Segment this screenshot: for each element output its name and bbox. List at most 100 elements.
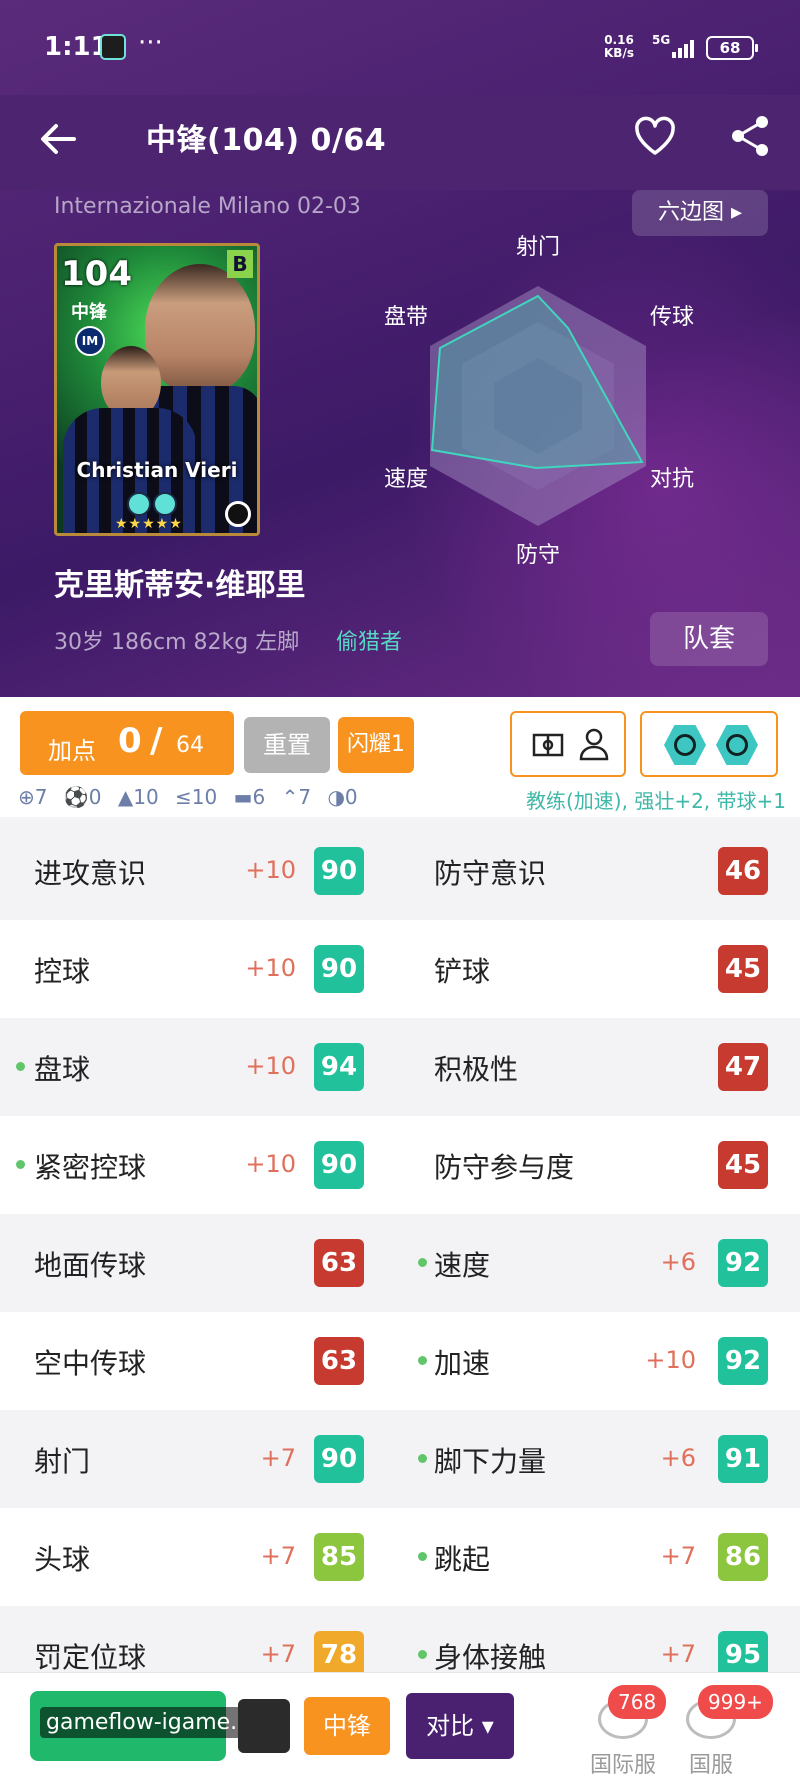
- stat-label: 速度: [434, 1249, 491, 1282]
- stat-cell[interactable]: 防守意识 46: [400, 822, 800, 920]
- card-grade-badge: B: [227, 250, 253, 278]
- stat-bonus: +7: [260, 1444, 296, 1472]
- skill-icon: [153, 492, 177, 516]
- stat-bonus: +6: [660, 1248, 696, 1276]
- stat-cell[interactable]: 积极性 47: [400, 1018, 800, 1116]
- skills-selector[interactable]: [640, 711, 778, 777]
- stat-value: 63: [314, 1239, 364, 1287]
- more-notifications-icon: ···: [138, 28, 163, 58]
- stat-label: 进攻意识: [34, 857, 147, 890]
- stat-label: 地面传球: [34, 1249, 147, 1282]
- reset-button[interactable]: 重置: [244, 717, 330, 773]
- stat-label: 紧密控球: [34, 1151, 147, 1184]
- stat-cell[interactable]: 防守参与度 45: [400, 1116, 800, 1214]
- stat-cell[interactable]: 速度 +6 92: [400, 1214, 800, 1312]
- stat-cell[interactable]: 射门 +7 90: [0, 1410, 400, 1508]
- stat-bonus: +7: [660, 1640, 696, 1668]
- pitch-icon: [532, 733, 564, 757]
- stat-value: 45: [718, 1141, 768, 1189]
- stat-cell[interactable]: 进攻意识 +10 90: [0, 822, 400, 920]
- club-season: Internazionale Milano 02-03: [54, 194, 361, 219]
- stat-label: 射门: [34, 1445, 91, 1478]
- stat-bonus: +10: [245, 1150, 296, 1178]
- unread-badge: 768: [608, 1685, 667, 1719]
- status-time: 1:11: [44, 32, 109, 62]
- stat-label: 罚定位球: [34, 1641, 147, 1674]
- unread-badge: 999+: [698, 1685, 773, 1719]
- stat-value: 92: [718, 1239, 768, 1287]
- stat-cell[interactable]: 盘球 +10 94: [0, 1018, 400, 1116]
- chat-label: 国服: [688, 1753, 733, 1778]
- stat-cell[interactable]: 脚下力量 +6 91: [400, 1410, 800, 1508]
- training-controls: 加点 0 / 64 重置 闪耀1 ⊕7 ⚽0 ▲10 ≤10 ▬6 ⌃7 ◑0 …: [0, 697, 800, 817]
- stat-cell[interactable]: 加速 +10 92: [400, 1312, 800, 1410]
- stat-bonus: +6: [660, 1444, 696, 1472]
- stat-value: 94: [314, 1043, 364, 1091]
- stat-value: 46: [718, 847, 768, 895]
- stat-cell[interactable]: 跳起 +7 86: [400, 1508, 800, 1606]
- stat-label: 脚下力量: [434, 1445, 547, 1478]
- kit-button[interactable]: 队套: [650, 612, 768, 666]
- points-separator: /: [150, 721, 163, 761]
- stat-cell[interactable]: 空中传球 63: [0, 1312, 400, 1410]
- mini-stat: ⊕7: [18, 785, 48, 809]
- favorite-heart-icon[interactable]: [632, 113, 678, 159]
- chat-label: 国际服: [589, 1753, 656, 1778]
- add-points-button[interactable]: 加点 0 / 64: [20, 711, 234, 775]
- radar-label-dribbling: 盘带: [384, 305, 428, 330]
- stat-value: 92: [718, 1337, 768, 1385]
- signal-icon: [672, 36, 698, 58]
- skill-icon: [127, 492, 151, 516]
- radar-label-pace: 速度: [384, 467, 428, 492]
- bottom-bar: gameflow-igame.com 中锋 对比 ▾ 768 国际服 999+ …: [0, 1672, 800, 1780]
- mini-stat: ⚽0: [63, 785, 102, 809]
- stat-row: 头球 +7 85 跳起 +7 86: [0, 1508, 800, 1606]
- stat-cell[interactable]: 铲球 45: [400, 920, 800, 1018]
- share-icon[interactable]: [728, 113, 774, 159]
- stat-bonus: +7: [260, 1542, 296, 1570]
- stat-cell[interactable]: 头球 +7 85: [0, 1508, 400, 1606]
- highlight-dot: [418, 1356, 427, 1365]
- coach-selector[interactable]: [510, 711, 626, 777]
- coach-icon: [579, 728, 609, 761]
- player-card: 104 中锋 IM B Christian Vieri ★★★★★: [54, 243, 260, 536]
- compare-button[interactable]: 对比 ▾: [406, 1693, 514, 1759]
- radar-label-defending: 防守: [516, 543, 560, 568]
- stat-value: 90: [314, 945, 364, 993]
- network-type: 5G: [652, 33, 671, 47]
- card-stars: ★★★★★: [115, 516, 183, 532]
- radar-chart: 射门 传球 对抗 防守 速度 盘带: [384, 235, 694, 568]
- stat-value: 90: [314, 1435, 364, 1483]
- coach-bonus-note: 教练(加速), 强壮+2, 带球+1: [526, 789, 786, 813]
- page-title: 中锋(104) 0/64: [146, 123, 387, 158]
- stat-row: 控球 +10 90 铲球 45: [0, 920, 800, 1018]
- highlight-dot: [16, 1062, 25, 1071]
- position-button[interactable]: 中锋: [304, 1697, 390, 1755]
- radar-label-passing: 传球: [650, 305, 694, 330]
- dark-button[interactable]: [238, 1699, 290, 1753]
- stat-cell[interactable]: 地面传球 63: [0, 1214, 400, 1312]
- radar-label-shooting: 射门: [516, 235, 560, 260]
- shine-button[interactable]: 闪耀1: [338, 717, 414, 773]
- stat-cell[interactable]: 紧密控球 +10 90: [0, 1116, 400, 1214]
- stat-bonus: +10: [245, 954, 296, 982]
- stat-row: 紧密控球 +10 90 防守参与度 45: [0, 1116, 800, 1214]
- status-bar: 1:11 ··· 0.16 KB/s 5G 68: [0, 0, 800, 95]
- stat-value: 90: [314, 1141, 364, 1189]
- stat-row: 进攻意识 +10 90 防守意识 46: [0, 822, 800, 920]
- player-style-tag[interactable]: 偷猎者: [336, 624, 402, 656]
- stat-label: 身体接触: [434, 1641, 547, 1674]
- add-points-label: 加点: [48, 737, 96, 765]
- card-player-name: Christian Vieri: [76, 458, 238, 482]
- stat-label: 防守意识: [434, 857, 547, 890]
- stat-label: 加速: [434, 1347, 491, 1380]
- points-total: 64: [176, 733, 204, 758]
- stat-value: 91: [718, 1435, 768, 1483]
- radar-label-physical: 对抗: [650, 467, 694, 492]
- stat-cell[interactable]: 控球 +10 90: [0, 920, 400, 1018]
- stats-table: 进攻意识 +10 90 防守意识 46 控球 +10 90 铲球 45 盘球 +10 94 积极性 47 紧密…: [0, 822, 800, 1704]
- back-arrow-icon[interactable]: [36, 117, 80, 161]
- mini-stat: ▬6: [233, 785, 266, 809]
- stat-value: 45: [718, 945, 768, 993]
- stat-label: 盘球: [34, 1053, 91, 1086]
